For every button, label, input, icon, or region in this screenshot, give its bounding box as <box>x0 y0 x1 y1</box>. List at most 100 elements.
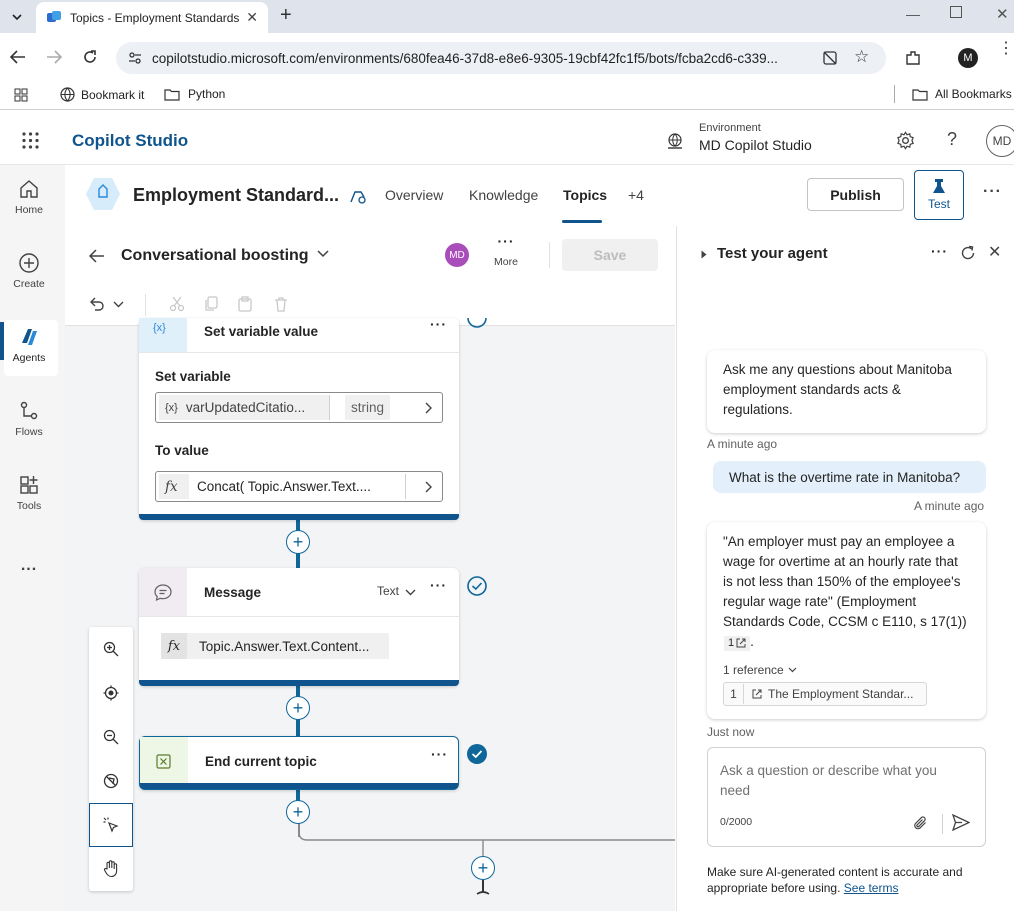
cut-icon[interactable] <box>169 296 185 312</box>
chevron-right-icon[interactable] <box>425 481 432 493</box>
node-more-icon[interactable]: ··· <box>430 316 447 332</box>
send-icon[interactable] <box>952 814 970 831</box>
topic-more-button[interactable]: ··· More <box>490 234 522 268</box>
zoom-out-button[interactable] <box>89 715 133 759</box>
delete-icon[interactable] <box>273 296 289 312</box>
reload-icon[interactable] <box>82 49 98 65</box>
undo-icon[interactable] <box>89 296 105 311</box>
message-type-select[interactable]: Text <box>377 584 399 598</box>
nav-tools[interactable]: Tools <box>0 474 58 512</box>
browser-tab[interactable]: Topics - Employment Standards ✕ <box>36 2 268 33</box>
back-arrow-icon[interactable] <box>89 249 105 263</box>
nav-create[interactable]: Create <box>0 252 58 290</box>
profile-avatar[interactable]: M <box>958 48 978 68</box>
nav-more-icon[interactable]: ... <box>0 557 58 575</box>
zoom-in-button[interactable] <box>89 627 133 671</box>
agent-more-icon[interactable]: ··· <box>983 183 1002 201</box>
no-tracking-icon[interactable] <box>822 50 838 66</box>
browser-menu-icon[interactable]: ⋮ <box>998 41 1014 57</box>
nav-agents[interactable]: Agents <box>0 326 58 364</box>
pan-mode-button[interactable] <box>89 847 133 891</box>
tab-topics[interactable]: Topics <box>563 187 607 203</box>
recenter-button[interactable] <box>89 671 133 715</box>
tab-search-icon[interactable] <box>6 6 28 28</box>
refresh-icon[interactable] <box>960 245 976 261</box>
add-node-button[interactable]: + <box>471 856 495 880</box>
chat-input-placeholder[interactable]: Ask a question or describe what you need <box>720 761 960 801</box>
help-icon[interactable]: ? <box>947 129 957 150</box>
end-topic-node[interactable]: End current topic ··· <box>139 736 459 790</box>
message-node[interactable]: Message Text ··· fx Topic.Answer.Text.Co… <box>139 568 459 686</box>
gear-icon[interactable] <box>896 131 915 150</box>
minimap-toggle-button[interactable] <box>89 759 133 803</box>
message-timestamp: A minute ago <box>707 437 778 451</box>
new-tab-icon[interactable]: + <box>280 4 292 27</box>
reference-chip[interactable]: 1 The Employment Standar... <box>723 682 927 706</box>
chevron-right-icon[interactable] <box>425 402 432 414</box>
test-button[interactable]: Test <box>914 170 964 220</box>
disclaimer-text: Make sure AI-generated content is accura… <box>707 865 963 895</box>
node-more-icon[interactable]: ··· <box>430 577 447 593</box>
apps-grid-icon[interactable] <box>14 88 28 102</box>
message-content[interactable]: fx Topic.Answer.Text.Content... <box>161 633 389 659</box>
add-node-button[interactable]: + <box>286 530 310 554</box>
chat-input-box[interactable]: Ask a question or describe what you need… <box>707 747 986 847</box>
bookmark-folder-python[interactable]: Python <box>164 87 225 101</box>
minimize-icon[interactable]: — <box>906 6 920 22</box>
save-button[interactable]: Save <box>562 239 658 271</box>
citation-badge[interactable]: 1 <box>724 635 751 651</box>
hand-icon <box>103 860 118 878</box>
caret-right-icon[interactable] <box>701 250 707 259</box>
environment-name[interactable]: MD Copilot Studio <box>699 137 812 153</box>
nav-home[interactable]: Home <box>0 178 58 216</box>
agent-name[interactable]: Employment Standard... <box>133 185 339 206</box>
set-variable-node[interactable]: {x} Set variable value ··· Set variable … <box>139 316 459 520</box>
copy-icon[interactable] <box>203 296 219 312</box>
test-more-icon[interactable]: ··· <box>931 243 948 259</box>
paste-icon[interactable] <box>237 296 253 312</box>
see-terms-link[interactable]: See terms <box>844 881 899 895</box>
topic-name[interactable]: Conversational boosting <box>121 247 309 265</box>
references-toggle[interactable]: 1 reference <box>723 660 797 680</box>
tab-overview[interactable]: Overview <box>385 187 443 203</box>
app-name[interactable]: Copilot Studio <box>72 131 188 151</box>
tab-knowledge[interactable]: Knowledge <box>469 187 538 203</box>
attach-icon[interactable] <box>913 815 929 831</box>
node-divider <box>139 616 459 617</box>
undo-dropdown-icon[interactable] <box>113 301 124 308</box>
site-info-icon[interactable] <box>128 51 142 65</box>
tab-more[interactable]: +4 <box>628 187 644 203</box>
bookmark-item[interactable]: Bookmark it <box>60 87 144 102</box>
value-formula-field[interactable]: fx Concat( Topic.Answer.Text.... <box>155 471 443 502</box>
back-icon[interactable] <box>10 50 26 64</box>
publish-button[interactable]: Publish <box>807 178 904 211</box>
agent-icon[interactable] <box>85 177 121 211</box>
omnibox[interactable]: copilotstudio.microsoft.com/environments… <box>116 42 886 74</box>
add-node-button[interactable]: + <box>286 696 310 720</box>
close-window-icon[interactable]: ✕ <box>996 5 1009 23</box>
nav-flows[interactable]: Flows <box>0 400 58 438</box>
nav-label: Create <box>13 278 45 290</box>
ai-disclaimer: Make sure AI-generated content is accura… <box>707 864 977 896</box>
select-mode-button[interactable] <box>89 803 133 847</box>
close-tab-icon[interactable]: ✕ <box>246 9 258 26</box>
topic-header: Conversational boosting MD ··· More Save <box>65 226 675 284</box>
owner-avatar[interactable]: MD <box>445 243 469 267</box>
extensions-icon[interactable] <box>904 49 922 67</box>
bookmark-star-icon[interactable]: ☆ <box>854 47 869 67</box>
chevron-down-icon <box>788 667 797 673</box>
chevron-down-icon[interactable] <box>405 589 416 596</box>
app-launcher-icon[interactable] <box>22 132 39 149</box>
user-avatar[interactable]: MD <box>986 125 1014 157</box>
maximize-icon[interactable] <box>950 6 962 18</box>
all-bookmarks[interactable]: All Bookmarks <box>912 87 1012 101</box>
add-node-button[interactable]: + <box>286 800 310 824</box>
close-panel-icon[interactable]: ✕ <box>988 242 1001 262</box>
topic-canvas[interactable]: Conversational boosting MD ··· More Save… <box>65 226 675 911</box>
chevron-down-icon[interactable] <box>317 250 329 258</box>
forward-icon[interactable] <box>46 50 62 64</box>
bot-message: Ask me any questions about Manitoba empl… <box>707 350 986 433</box>
variable-picker[interactable]: {x} varUpdatedCitatio... string <box>155 392 443 423</box>
node-more-icon[interactable]: ··· <box>431 746 448 762</box>
agent-settings-icon[interactable] <box>349 187 367 205</box>
